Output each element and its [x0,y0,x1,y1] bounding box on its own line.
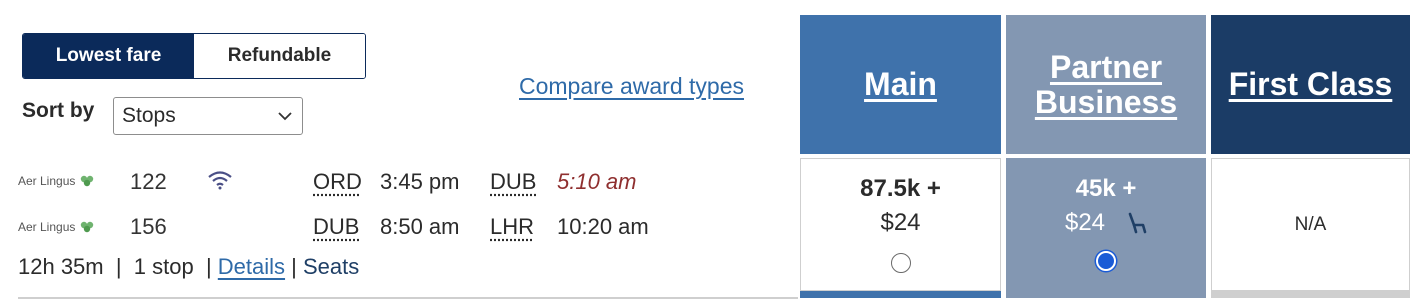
destination-airport-code[interactable]: LHR [490,214,534,240]
flight-number: 156 [130,214,167,239]
cabin-bar-first-class [1211,291,1410,298]
cabin-header-main[interactable]: Main [800,15,1001,154]
fare-type-toggle: Lowest fare Refundable [22,33,366,79]
origin-airport-code[interactable]: ORD [313,169,362,195]
separator: | [193,254,218,279]
cabin-bar-partner-business [1006,291,1206,298]
airline-logo-aer-lingus: Aer Lingus [18,220,95,234]
sort-select-value: Stops [122,104,176,127]
cabin-title-line2: Business [1034,83,1178,120]
destination-airport-code[interactable]: DUB [490,169,536,195]
fare-tax: $24 [880,209,921,236]
refundable-tab[interactable]: Refundable [194,34,365,78]
airline-name: Aer Lingus [18,174,76,188]
lie-flat-seat-icon [1128,212,1147,234]
cabin-bar-main [800,291,1001,298]
fare-cell-main[interactable]: 87.5k + $24 [800,158,1001,291]
sort-select[interactable]: Stops [113,97,303,135]
fare-radio[interactable] [890,253,911,273]
fare-miles: 87.5k + [860,175,941,202]
trip-duration: 12h 35m [18,254,104,279]
cabin-header-first-class[interactable]: First Class [1211,15,1410,154]
departure-time: 3:45 pm [380,169,460,194]
lowest-fare-tab[interactable]: Lowest fare [23,34,194,78]
itinerary-summary: 12h 35m | 1 stop | Details | Seats [18,254,359,280]
fare-radio-selected[interactable] [1096,251,1116,271]
fare-tax-row: $24 [1065,209,1147,237]
flight-number: 122 [130,169,167,194]
chevron-down-icon [278,112,292,121]
arrival-time: 10:20 am [557,214,649,239]
shamrock-icon [81,221,94,233]
compare-award-types-link[interactable]: Compare award types [519,73,744,100]
fare-tax: $24 [1064,209,1106,236]
cabin-title: First Class [1228,66,1393,102]
fare-unavailable: N/A [1294,213,1327,235]
details-link[interactable]: Details [218,254,285,280]
stops-count: 1 stop [133,254,194,279]
row-divider [18,297,798,299]
seats-link[interactable]: Seats [303,254,359,280]
cabin-header-partner-business[interactable]: Partner Business [1006,15,1206,154]
arrival-time: 5:10 am [557,169,637,194]
airline-name: Aer Lingus [18,220,76,234]
separator: | [103,254,134,279]
separator: | [285,254,303,279]
origin-airport-code[interactable]: DUB [313,214,359,240]
airline-logo-aer-lingus: Aer Lingus [18,174,95,188]
departure-time: 8:50 am [380,214,460,239]
fare-cell-partner-business[interactable]: 45k + $24 [1006,158,1206,291]
cabin-title-line1: Partner [1049,48,1163,85]
sort-by-label: Sort by [22,99,95,122]
shamrock-icon [81,175,94,187]
fare-cell-first-class: N/A [1211,158,1410,291]
cabin-title: Main [864,66,937,102]
wifi-icon [208,171,232,190]
fare-miles: 45k + [1075,175,1137,202]
